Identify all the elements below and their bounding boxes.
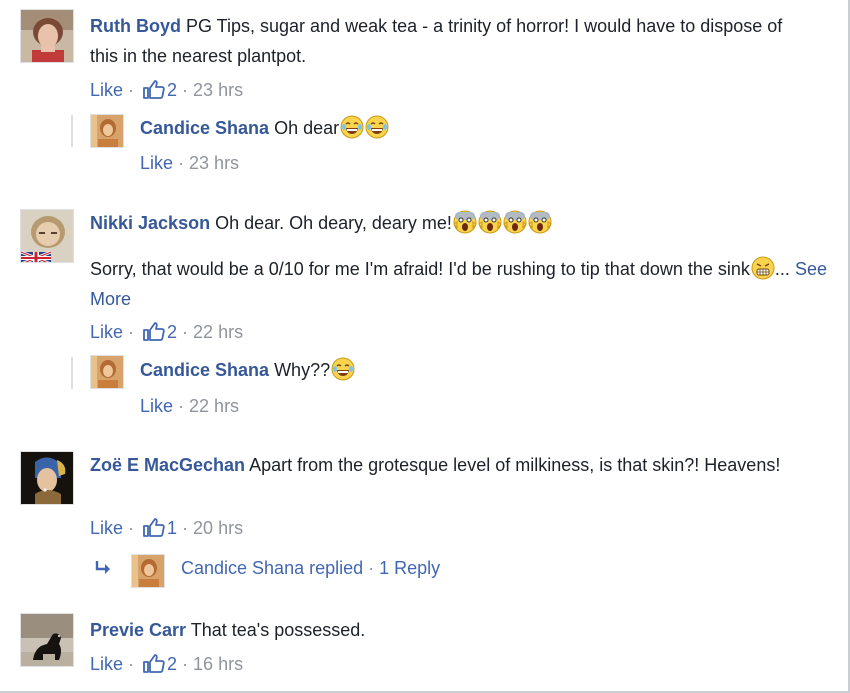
reply-author[interactable]: Candice Shana: [140, 118, 269, 138]
comment-author[interactable]: Ruth Boyd: [90, 16, 181, 36]
avatar-previe-carr[interactable]: [20, 613, 74, 667]
comment-author[interactable]: Nikki Jackson: [90, 213, 210, 233]
like-button[interactable]: Like: [90, 322, 123, 342]
thumbs-up-icon[interactable]: [143, 321, 165, 341]
screaming-emoji: [528, 210, 552, 234]
timestamp[interactable]: 22 hrs: [189, 396, 239, 416]
like-button[interactable]: Like: [140, 153, 173, 173]
comment-body: PG Tips, sugar and weak tea - a trinity …: [90, 16, 783, 66]
timestamp[interactable]: 23 hrs: [189, 153, 239, 173]
comment-body: That tea's possessed.: [190, 620, 366, 640]
timestamp[interactable]: 20 hrs: [193, 518, 243, 538]
reply-thread-line: [71, 357, 73, 389]
timestamp[interactable]: 23 hrs: [193, 80, 243, 100]
reply-body: Why??: [274, 360, 331, 380]
like-button[interactable]: Like: [90, 80, 123, 100]
avatar-candice-shana[interactable]: [90, 114, 124, 148]
like-count[interactable]: 2: [167, 322, 177, 342]
avatar-ruth-boyd[interactable]: [20, 9, 74, 63]
reply-author[interactable]: Candice Shana: [140, 360, 269, 380]
laughing-crying-emoji: [340, 115, 364, 139]
comment-text: Nikki Jackson Oh dear. Oh deary, deary m…: [90, 208, 810, 238]
comment-text: Ruth Boyd PG Tips, sugar and weak tea - …: [90, 11, 810, 71]
comment-meta: Like · 2 · 23 hrs: [90, 79, 244, 100]
comment-meta: Like · 2 · 16 hrs: [90, 653, 244, 674]
like-count[interactable]: 1: [167, 518, 177, 538]
timestamp[interactable]: 22 hrs: [193, 322, 243, 342]
avatar-candice-shana[interactable]: [90, 355, 124, 389]
comment-text: Zoë E MacGechan Apart from the grotesque…: [90, 450, 790, 480]
screaming-emoji: [503, 210, 527, 234]
laughing-crying-emoji: [331, 357, 355, 381]
thumbs-up-icon[interactable]: [143, 653, 165, 673]
like-button[interactable]: Like: [140, 396, 173, 416]
comment-thread: Ruth Boyd PG Tips, sugar and weak tea - …: [0, 0, 850, 693]
like-button[interactable]: Like: [90, 518, 123, 538]
avatar-candice-shana[interactable]: [131, 554, 165, 588]
timestamp[interactable]: 16 hrs: [193, 654, 243, 674]
reply-body: Oh dear: [274, 118, 340, 138]
like-button[interactable]: Like: [90, 654, 123, 674]
reply-text: Candice Shana Why??: [140, 355, 800, 385]
comment-text: Previe Carr That tea's possessed.: [90, 615, 790, 645]
thumbs-up-icon[interactable]: [143, 79, 165, 99]
reply-arrow-icon: [95, 561, 110, 574]
laughing-crying-emoji: [365, 115, 389, 139]
comment-meta: Like · 1 · 20 hrs: [90, 517, 244, 538]
replied-summary[interactable]: Candice Shana replied · 1 Reply: [181, 558, 440, 579]
comment-author[interactable]: Previe Carr: [90, 620, 186, 640]
screaming-emoji: [453, 210, 477, 234]
avatar-nikki-jackson[interactable]: [20, 209, 74, 263]
comment-meta: Like · 2 · 22 hrs: [90, 321, 244, 342]
thumbs-up-icon[interactable]: [143, 517, 165, 537]
reply-thread-line: [71, 115, 73, 147]
comment-body: Apart from the grotesque level of milkin…: [249, 455, 781, 475]
view-replies-row[interactable]: Candice Shana replied · 1 Reply: [93, 554, 513, 588]
screaming-emoji: [478, 210, 502, 234]
reply-meta: Like · 22 hrs: [140, 396, 240, 416]
like-count[interactable]: 2: [167, 654, 177, 674]
grimacing-emoji: [751, 256, 775, 280]
like-count[interactable]: 2: [167, 80, 177, 100]
reply-meta: Like · 23 hrs: [140, 153, 240, 173]
emoji-group: [452, 210, 552, 234]
reply-count-link[interactable]: 1 Reply: [379, 558, 440, 578]
comment-body: Oh dear. Oh deary, deary me!: [215, 213, 452, 233]
comment-body-2: Sorry, that would be a 0/10 for me I'm a…: [90, 259, 750, 279]
avatar-zoe-macgechan[interactable]: [20, 451, 74, 505]
reply-text: Candice Shana Oh dear: [140, 113, 800, 143]
comment-text-continued: Sorry, that would be a 0/10 for me I'm a…: [90, 254, 830, 314]
comment-author[interactable]: Zoë E MacGechan: [90, 455, 245, 475]
